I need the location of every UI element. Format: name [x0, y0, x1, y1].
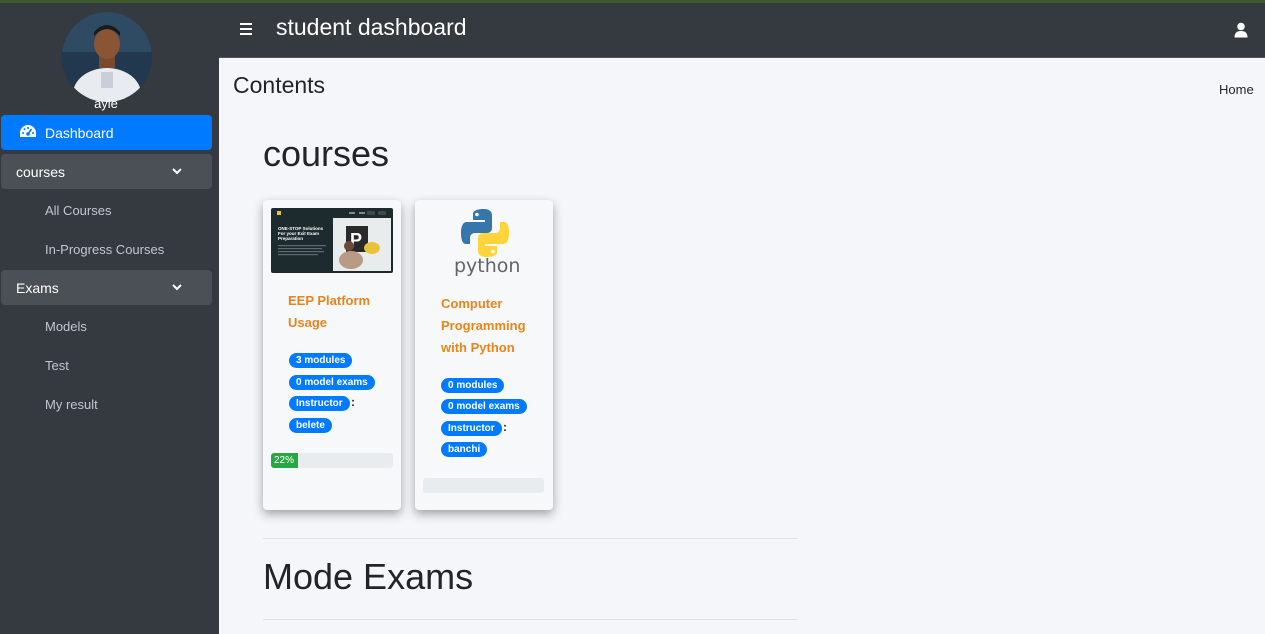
sidebar: ayle Dashboard courses All Courses In-Pr…	[0, 3, 219, 634]
course-title-line: Usage	[288, 315, 328, 330]
instructor-separator: :	[503, 420, 507, 434]
sidebar-group-label: courses	[16, 163, 66, 180]
sidebar-item-all-courses[interactable]: All Courses	[45, 203, 111, 218]
sidebar-item-models[interactable]: Models	[45, 319, 87, 334]
instructor-badge: Instructor	[289, 396, 350, 411]
instructor-separator: :	[351, 395, 355, 409]
mode-exams-heading: Mode Exams	[263, 556, 474, 597]
chevron-down-icon	[172, 284, 182, 291]
course-thumbnail: ONE-STOP Solutions For your Exit Exam Pr…	[271, 208, 393, 273]
model-exams-badge: 0 model exams	[441, 399, 527, 414]
top-navbar: student dashboard	[219, 3, 1265, 58]
sidebar-group-courses[interactable]: courses	[1, 154, 212, 189]
chevron-down-icon	[172, 168, 182, 175]
svg-text:Preparation: Preparation	[278, 236, 303, 241]
course-title-line: Computer	[441, 296, 503, 311]
instructor-name-badge: banchi	[441, 442, 488, 457]
course-title-line: with Python	[441, 340, 515, 355]
app-title: student dashboard	[276, 14, 467, 40]
progress-fill: 22%	[271, 453, 298, 468]
instructor-badge: Instructor	[441, 421, 502, 436]
username: ayle	[94, 96, 118, 111]
svg-text:python: python	[454, 255, 520, 276]
avatar[interactable]	[62, 12, 152, 102]
course-title-line: Programming	[441, 318, 526, 333]
sidebar-item-test[interactable]: Test	[45, 358, 69, 373]
course-card[interactable]: python Computer Programming with Python …	[415, 200, 553, 510]
tachometer-icon	[20, 125, 36, 137]
section-divider	[263, 619, 797, 620]
modules-badge: 3 modules	[289, 353, 353, 368]
sidebar-group-exams[interactable]: Exams	[1, 270, 212, 305]
progress-bar: 22%	[271, 453, 393, 468]
courses-heading: courses	[263, 133, 390, 174]
sidebar-item-my-result[interactable]: My result	[45, 397, 98, 412]
modules-badge: 0 modules	[441, 378, 505, 393]
sidebar-item-label: Dashboard	[45, 124, 114, 141]
course-title-line: EEP Platform	[288, 293, 371, 308]
course-title[interactable]: Computer Programming with Python	[441, 293, 541, 359]
menu-toggle-icon[interactable]	[240, 23, 254, 35]
page-title: Contents	[233, 72, 326, 98]
course-card[interactable]: ONE-STOP Solutions For your Exit Exam Pr…	[263, 200, 401, 510]
sidebar-item-dashboard[interactable]: Dashboard	[1, 115, 212, 150]
section-divider	[263, 538, 797, 539]
course-title[interactable]: EEP Platform Usage	[288, 290, 388, 334]
instructor-name-badge: belete	[289, 418, 332, 433]
breadcrumb-home[interactable]: Home	[1219, 82, 1254, 97]
sidebar-group-label: Exams	[16, 279, 59, 296]
model-exams-badge: 0 model exams	[289, 375, 375, 390]
progress-bar	[423, 478, 544, 493]
sidebar-item-in-progress-courses[interactable]: In-Progress Courses	[45, 242, 164, 257]
user-icon[interactable]	[1234, 22, 1248, 38]
python-logo: python	[454, 209, 520, 276]
